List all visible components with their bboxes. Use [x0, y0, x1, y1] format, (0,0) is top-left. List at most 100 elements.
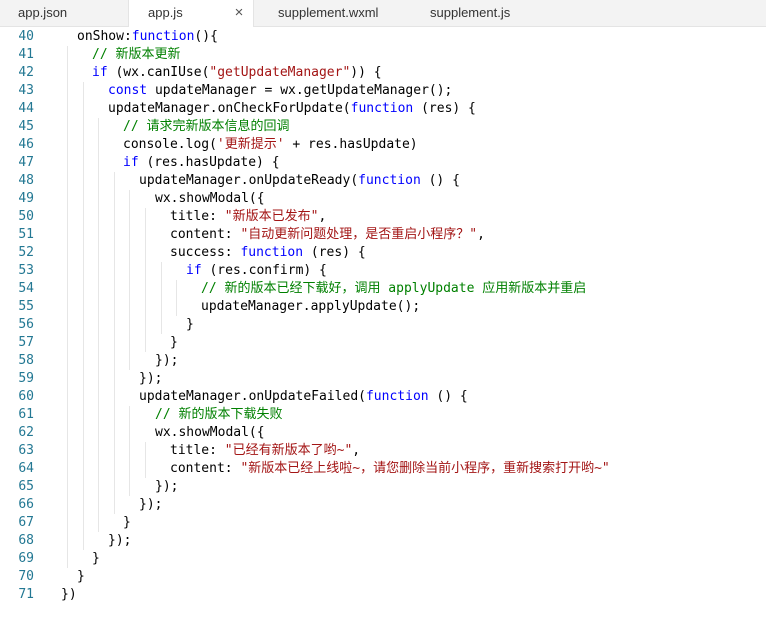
code-line[interactable]: 60 updateManager.onUpdateFailed(function …	[0, 388, 766, 406]
code-line[interactable]: 61 // 新的版本下载失败	[0, 406, 766, 424]
code-line[interactable]: 51 content: "自动更新问题处理，是否重启小程序？",	[0, 226, 766, 244]
code-line[interactable]: 53 if (res.confirm) {	[0, 262, 766, 280]
indent-guide	[176, 298, 177, 316]
code-token: });	[155, 479, 179, 494]
line-number: 50	[18, 209, 34, 224]
code-text: });	[139, 496, 162, 514]
indent-guide	[98, 424, 99, 442]
code-line[interactable]: 62 wx.showModal({	[0, 424, 766, 442]
indent-guide	[67, 334, 68, 352]
code-line[interactable]: 45 // 请求完新版本信息的回调	[0, 118, 766, 136]
code-token: () {	[428, 389, 468, 404]
code-text: }	[77, 568, 85, 586]
code-token: if	[186, 263, 202, 278]
line-number: 54	[18, 281, 34, 296]
code-line[interactable]: 63 title: "已经有新版本了哟~",	[0, 442, 766, 460]
code-line[interactable]: 50 title: "新版本已发布",	[0, 208, 766, 226]
indent-guide	[83, 406, 84, 424]
indent-guide	[67, 370, 68, 388]
indent-guide	[114, 370, 115, 388]
line-number: 43	[18, 83, 34, 98]
code-line[interactable]: 70}	[0, 568, 766, 586]
tab-app-json[interactable]: app.json	[0, 0, 128, 26]
code-token: (res.confirm) {	[201, 263, 327, 278]
indent-guide	[67, 496, 68, 514]
code-line[interactable]: 58});	[0, 352, 766, 370]
code-line[interactable]: 46 console.log('更新提示' + res.hasUpdate)	[0, 136, 766, 154]
indent-guide	[98, 316, 99, 334]
code-text: wx.showModal({	[155, 424, 265, 442]
code-line[interactable]: 65});	[0, 478, 766, 496]
indent-guide	[129, 262, 130, 280]
code-line[interactable]: 47 if (res.hasUpdate) {	[0, 154, 766, 172]
indent-guide	[83, 424, 84, 442]
code-line[interactable]: 69}	[0, 550, 766, 568]
indent-guide	[67, 532, 68, 550]
code-line[interactable]: 67}	[0, 514, 766, 532]
indent-guide	[145, 298, 146, 316]
code-text: const updateManager = wx.getUpdateManage…	[108, 82, 452, 100]
code-line[interactable]: 42 if (wx.canIUse("getUpdateManager")) {	[0, 64, 766, 82]
code-line[interactable]: 68});	[0, 532, 766, 550]
indent-guide	[67, 118, 68, 136]
code-line[interactable]: 43 const updateManager = wx.getUpdateMana…	[0, 82, 766, 100]
indent-guide	[67, 262, 68, 280]
code-line[interactable]: 57}	[0, 334, 766, 352]
code-token: const	[108, 83, 148, 98]
code-line[interactable]: 41 // 新版本更新	[0, 46, 766, 64]
code-line[interactable]: 59});	[0, 370, 766, 388]
code-token: });	[155, 353, 179, 368]
code-line[interactable]: 54 // 新的版本已经下载好，调用 applyUpdate 应用新版本并重启	[0, 280, 766, 298]
indent-guide	[98, 406, 99, 424]
line-number: 45	[18, 119, 34, 134]
indent-guide	[83, 262, 84, 280]
line-number: 61	[18, 407, 34, 422]
code-line[interactable]: 56}	[0, 316, 766, 334]
indent-guide	[83, 388, 84, 406]
code-editor[interactable]: 40 onShow:function(){41// 新版本更新 42 if (wx.c…	[0, 27, 766, 625]
tab-label: supplement.js	[430, 5, 511, 20]
indent-guide	[98, 496, 99, 514]
indent-guide	[83, 82, 84, 100]
indent-guide	[145, 262, 146, 280]
code-line[interactable]: 40 onShow:function(){	[0, 28, 766, 46]
close-icon[interactable]: ×	[232, 0, 246, 26]
code-line[interactable]: 66});	[0, 496, 766, 514]
indent-guide	[98, 298, 99, 316]
code-token: "自动更新问题处理，是否重启小程序？"	[240, 227, 478, 242]
line-number: 60	[18, 389, 34, 404]
code-token: if	[123, 155, 139, 170]
code-text: wx.showModal({	[155, 190, 265, 208]
indent-guide	[114, 316, 115, 334]
line-number: 70	[18, 569, 34, 584]
code-line[interactable]: 55 updateManager.applyUpdate();	[0, 298, 766, 316]
tab-supplement-js[interactable]: supplement.js	[406, 0, 556, 26]
indent-guide	[83, 190, 84, 208]
code-token: content:	[170, 461, 241, 476]
line-number: 69	[18, 551, 34, 566]
code-token: content:	[170, 227, 241, 242]
indent-guide	[114, 334, 115, 352]
code-line[interactable]: 49 wx.showModal({	[0, 190, 766, 208]
code-text: });	[139, 370, 162, 388]
indent-guide	[114, 262, 115, 280]
tab-app-js[interactable]: app.js ×	[128, 0, 254, 27]
line-number: 63	[18, 443, 34, 458]
indent-guide	[98, 280, 99, 298]
code-line[interactable]: 64 content: "新版本已经上线啦~，请您删除当前小程序，重新搜索打开哟~…	[0, 460, 766, 478]
code-token: (wx.canIUse(	[107, 65, 210, 80]
code-line[interactable]: 48 updateManager.onUpdateReady(function (…	[0, 172, 766, 190]
indent-guide	[114, 478, 115, 496]
indent-guide	[83, 280, 84, 298]
code-line[interactable]: 44 updateManager.onCheckForUpdate(functio…	[0, 100, 766, 118]
code-line[interactable]: 71})	[0, 586, 766, 604]
code-text: // 新的版本下载失败	[155, 406, 282, 424]
indent-guide	[67, 46, 68, 64]
tab-label: app.json	[18, 5, 68, 20]
code-token: function	[240, 245, 304, 260]
line-number: 71	[18, 587, 34, 602]
indent-guide	[83, 334, 84, 352]
code-line[interactable]: 52 success: function (res) {	[0, 244, 766, 262]
indent-guide	[145, 280, 146, 298]
tab-supplement-wxml[interactable]: supplement.wxml	[256, 0, 406, 26]
